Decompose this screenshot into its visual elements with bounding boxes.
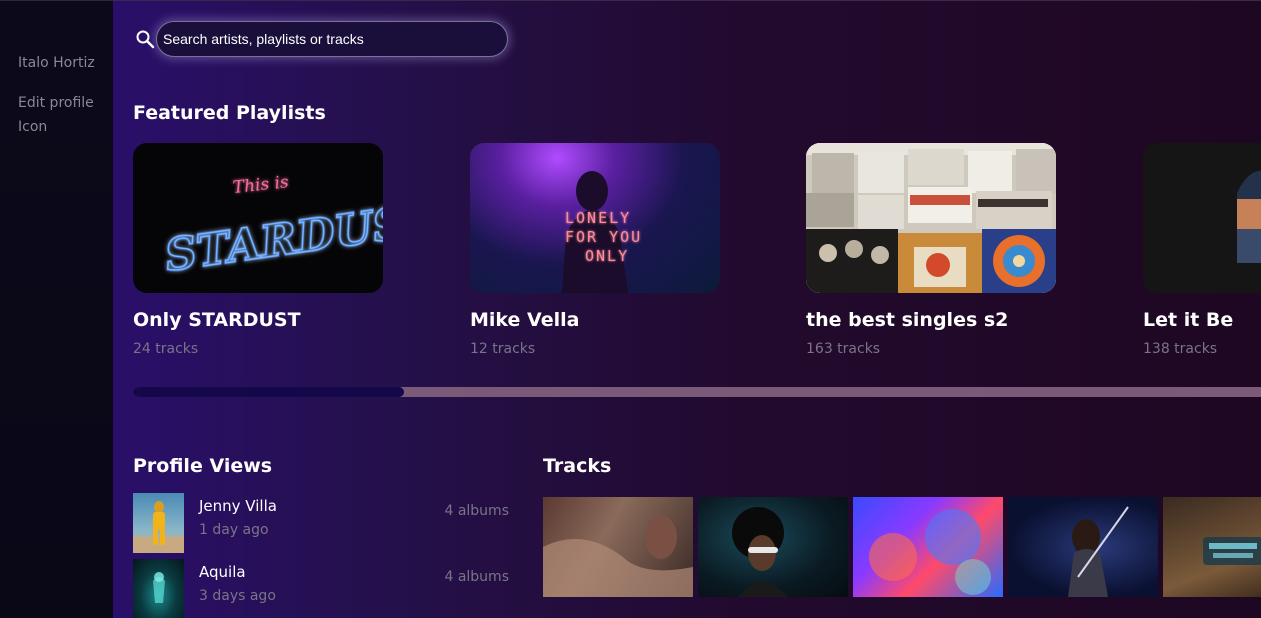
playlist-card[interactable]: This is STARDUST STARDUST Only STARDUST … [133,143,383,357]
tracks-heading: Tracks [543,455,612,477]
playlist-track-count: 138 tracks [1143,341,1218,357]
search-input[interactable] [156,21,508,57]
playlist-card[interactable]: the best singles s2 163 tracks [806,143,1056,357]
sidebar: Italo Hortiz Edit profile Icon [0,0,113,618]
profile-view-albums: 4 albums [444,503,509,519]
sidebar-user-name[interactable]: Italo Hortiz [18,55,95,71]
profile-view-item[interactable]: Jenny Villa 1 day ago 4 albums [133,493,509,553]
profile-view-name[interactable]: Jenny Villa [199,497,277,515]
cover-text-line2: FOR YOU [565,228,642,246]
profile-view-item[interactable]: Aquila 3 days ago 4 albums [133,559,509,618]
cover-text-line1: LONELY [565,209,631,227]
playlist-title[interactable]: Let it Be [1143,309,1261,331]
search-icon[interactable] [135,29,155,49]
track-thumbnail[interactable] [698,497,848,597]
track-thumbnail[interactable] [543,497,693,597]
profile-view-albums: 4 albums [444,569,509,585]
track-thumbnail[interactable] [853,497,1003,597]
playlist-track-count: 12 tracks [470,341,536,357]
playlist-track-count: 163 tracks [806,341,881,357]
featured-playlists-heading: Featured Playlists [133,102,326,124]
playlist-card[interactable]: LONELY FOR YOU ONLY Mike Vella 12 tracks [470,143,720,357]
track-thumbnail[interactable] [1163,497,1261,597]
playlists-scrollbar[interactable] [133,387,1261,397]
playlists-scroll-thumb[interactable] [133,387,404,397]
cover-text-line3: ONLY [585,247,629,265]
profile-view-time: 1 day ago [199,522,269,538]
cover-text-main-glow: STARDUST [162,193,383,282]
avatar[interactable] [133,493,184,553]
playlist-card[interactable]: Let it Be 138 tracks [1143,143,1261,357]
profile-views-heading: Profile Views [133,455,273,477]
sidebar-edit-profile-link[interactable]: Edit profile [18,95,94,111]
app-window: Italo Hortiz Edit profile Icon Featured … [0,0,1261,618]
playlist-cover[interactable] [1143,143,1261,293]
playlist-cover[interactable]: This is STARDUST STARDUST [133,143,383,293]
playlist-track-count: 24 tracks [133,341,199,357]
track-thumbnail[interactable] [1008,497,1158,597]
playlist-title[interactable]: Mike Vella [470,309,720,331]
playlist-title[interactable]: Only STARDUST [133,309,383,331]
playlist-cover[interactable]: LONELY FOR YOU ONLY [470,143,720,293]
profile-view-name[interactable]: Aquila [199,563,246,581]
playlist-title[interactable]: the best singles s2 [806,309,1056,331]
main-content: Featured Playlists This is [113,0,1261,618]
avatar[interactable] [133,559,184,618]
cover-text-top: This is [232,172,290,198]
playlist-cover[interactable] [806,143,1056,293]
sidebar-icon-link[interactable]: Icon [18,119,47,135]
profile-view-time: 3 days ago [199,588,276,604]
